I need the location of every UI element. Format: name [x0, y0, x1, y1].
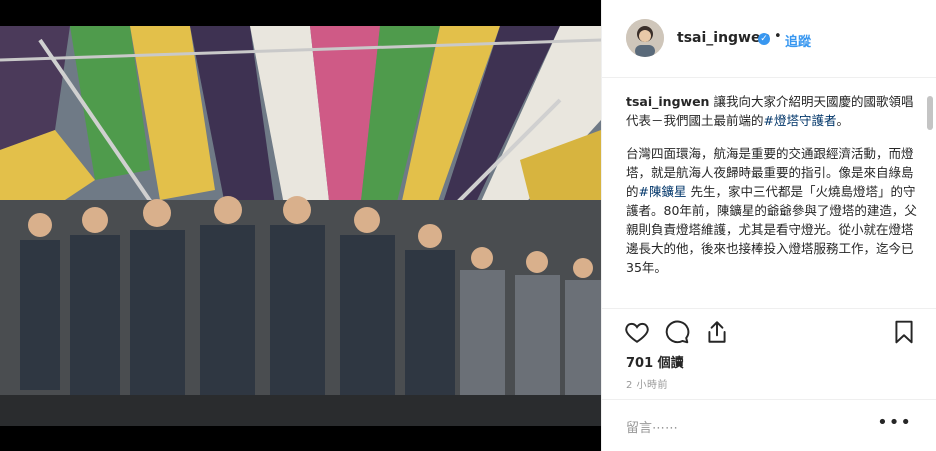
heart-icon[interactable] — [624, 319, 650, 345]
post-timestamp[interactable]: 2 小時前 — [626, 376, 668, 391]
avatar-image — [626, 19, 664, 57]
header-username[interactable]: tsai_ingwen — [677, 30, 770, 46]
caption-scrollbar[interactable] — [927, 96, 933, 130]
verified-badge-icon: ✓ — [758, 33, 770, 45]
share-icon[interactable] — [704, 319, 730, 345]
comment-icon[interactable] — [664, 319, 690, 345]
avatar[interactable] — [626, 19, 664, 57]
post-sidebar: tsai_ingwen ✓ • 追蹤 tsai_ingwen 讓我向大家介紹明天國… — [601, 0, 936, 451]
view-count[interactable]: 701 個讀 — [626, 352, 684, 371]
action-bar — [602, 308, 936, 354]
bookmark-icon[interactable] — [891, 319, 917, 345]
caption-username[interactable]: tsai_ingwen — [626, 94, 709, 109]
follow-button[interactable]: 追蹤 — [785, 31, 811, 50]
comment-input[interactable]: 留言⋯⋯ — [626, 417, 678, 436]
post-photo-scene — [0, 0, 601, 451]
caption-text-1-end: 。 — [836, 113, 850, 128]
caption-paragraph-2: 台灣四面環海，航海是重要的交通跟經濟活動，而燈塔，就是航海人夜歸時最重要的指引。… — [626, 144, 924, 277]
hashtag-person[interactable]: #陳鑛星 — [639, 184, 687, 199]
post-header: tsai_ingwen ✓ • 追蹤 — [602, 0, 936, 78]
post-caption: tsai_ingwen 讓我向大家介紹明天國慶的國歌領唱代表－我們國土最前端的#燈… — [626, 92, 924, 306]
post-photo[interactable] — [0, 0, 601, 451]
comment-bar: 留言⋯⋯ ••• — [602, 399, 936, 451]
separator-dot: • — [774, 29, 782, 44]
more-options-icon[interactable]: ••• — [877, 412, 912, 433]
hashtag-lighthouse-keeper[interactable]: #燈塔守護者 — [764, 113, 837, 128]
caption-paragraph-1: tsai_ingwen 讓我向大家介紹明天國慶的國歌領唱代表－我們國土最前端的#燈… — [626, 92, 924, 130]
